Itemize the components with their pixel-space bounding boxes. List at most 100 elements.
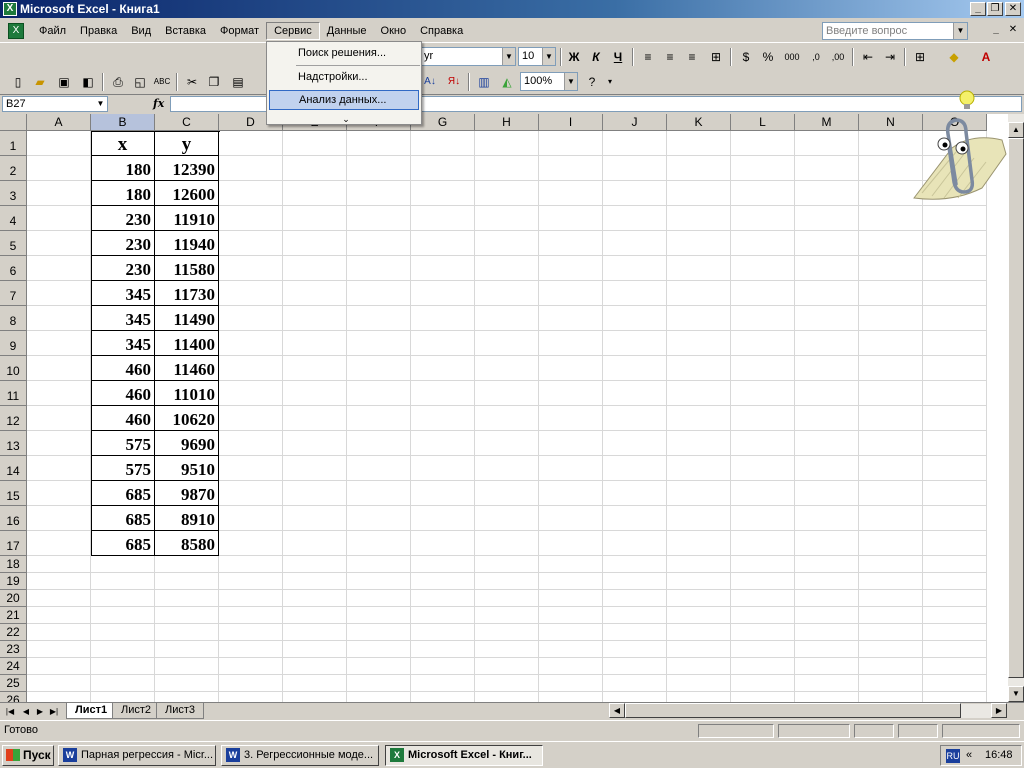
close-button[interactable]: ✕ xyxy=(1005,2,1021,16)
cell-b1[interactable]: x xyxy=(91,131,155,156)
name-box-arrow-icon[interactable]: ▼ xyxy=(94,97,107,111)
menu-expand-chevron-icon[interactable]: ⌄ xyxy=(331,113,361,125)
scroll-down-icon[interactable]: ▼ xyxy=(1008,686,1024,702)
menu-view[interactable]: Вид xyxy=(124,23,158,39)
zoom-arrow-icon[interactable]: ▼ xyxy=(564,73,577,90)
tray-expand-icon[interactable]: « xyxy=(966,746,972,765)
drawing-icon[interactable]: ◭ xyxy=(497,73,517,91)
font-size-arrow-icon[interactable]: ▼ xyxy=(542,48,555,65)
print-icon[interactable]: ⎙ xyxy=(108,73,128,91)
cell-b10[interactable]: 460 xyxy=(91,356,155,381)
horizontal-scrollbar[interactable]: ◀ ▶ xyxy=(609,703,1007,718)
sheet-tab-3[interactable]: Лист3 xyxy=(156,703,205,719)
cell-c1[interactable]: y xyxy=(155,131,219,156)
row-header-15[interactable]: 15 xyxy=(0,481,27,506)
ask-question-input[interactable]: Введите вопрос xyxy=(822,22,968,40)
sort-ascending-icon[interactable]: A↓ xyxy=(420,73,440,91)
column-header-l[interactable]: L xyxy=(731,114,795,131)
cut-icon[interactable]: ✂ xyxy=(182,73,202,91)
row-header-13[interactable]: 13 xyxy=(0,431,27,456)
vertical-scroll-thumb[interactable] xyxy=(1008,138,1024,678)
office-assistant-clippy[interactable] xyxy=(912,88,1008,206)
currency-icon[interactable]: $ xyxy=(736,48,756,66)
menu-tools[interactable]: Сервис xyxy=(266,21,320,40)
scroll-right-icon[interactable]: ▶ xyxy=(991,703,1007,718)
row-header-24[interactable]: 24 xyxy=(0,658,27,675)
workbook-icon[interactable]: X xyxy=(8,22,24,39)
row-header-11[interactable]: 11 xyxy=(0,381,27,406)
row-header-22[interactable]: 22 xyxy=(0,624,27,641)
insert-function-icon[interactable]: fx xyxy=(153,96,167,112)
ask-dropdown-arrow-icon[interactable]: ▼ xyxy=(953,23,967,39)
row-header-23[interactable]: 23 xyxy=(0,641,27,658)
cell-c13[interactable]: 9690 xyxy=(155,431,219,456)
row-header-21[interactable]: 21 xyxy=(0,607,27,624)
cell-c14[interactable]: 9510 xyxy=(155,456,219,481)
cell-c9[interactable]: 11400 xyxy=(155,331,219,356)
cell-b5[interactable]: 230 xyxy=(91,231,155,256)
cell-c5[interactable]: 11940 xyxy=(155,231,219,256)
row-header-6[interactable]: 6 xyxy=(0,256,27,281)
taskbar-button-word-1[interactable]: W Парная регрессия - Micr... xyxy=(58,745,216,766)
column-header-a[interactable]: A xyxy=(27,114,91,131)
new-document-icon[interactable]: ▯ xyxy=(8,73,28,91)
cell-c17[interactable]: 8580 xyxy=(155,531,219,556)
chart-wizard-icon[interactable]: ▥ xyxy=(474,73,494,91)
row-header-1[interactable]: 1 xyxy=(0,131,27,156)
increase-indent-icon[interactable]: ⇥ xyxy=(880,48,900,66)
cell-c4[interactable]: 11910 xyxy=(155,206,219,231)
sort-descending-icon[interactable]: Я↓ xyxy=(444,73,464,91)
cell-b14[interactable]: 575 xyxy=(91,456,155,481)
row-header-20[interactable]: 20 xyxy=(0,590,27,607)
row-header-12[interactable]: 12 xyxy=(0,406,27,431)
cell-b16[interactable]: 685 xyxy=(91,506,155,531)
cell-c2[interactable]: 12390 xyxy=(155,156,219,181)
italic-button[interactable]: К xyxy=(586,48,606,66)
permission-icon[interactable]: ◧ xyxy=(78,73,98,91)
toolbar-options-icon[interactable]: ▾ xyxy=(600,73,620,91)
paste-icon[interactable]: ▤ xyxy=(228,73,248,91)
worksheet-grid[interactable]: ABCDEFGHIJKLMNO 123456789101112131415161… xyxy=(0,114,1008,702)
doc-close-button[interactable]: ✕ xyxy=(1005,24,1021,38)
row-header-7[interactable]: 7 xyxy=(0,281,27,306)
horizontal-scroll-thumb[interactable] xyxy=(625,703,961,718)
menu-data[interactable]: Данные xyxy=(320,23,374,39)
cell-c12[interactable]: 10620 xyxy=(155,406,219,431)
cell-c15[interactable]: 9870 xyxy=(155,481,219,506)
borders-icon[interactable]: ⊞ xyxy=(910,48,930,66)
menu-format[interactable]: Формат xyxy=(213,23,266,39)
cell-b13[interactable]: 575 xyxy=(91,431,155,456)
print-preview-icon[interactable]: ◱ xyxy=(130,73,150,91)
column-header-m[interactable]: M xyxy=(795,114,859,131)
copy-icon[interactable]: ❐ xyxy=(204,73,224,91)
menu-item-addins[interactable]: Надстройки... xyxy=(269,67,419,87)
row-header-8[interactable]: 8 xyxy=(0,306,27,331)
cell-c11[interactable]: 11010 xyxy=(155,381,219,406)
restore-button[interactable]: ❐ xyxy=(987,2,1003,16)
row-header-14[interactable]: 14 xyxy=(0,456,27,481)
menu-file[interactable]: Файл xyxy=(32,23,73,39)
cell-b7[interactable]: 345 xyxy=(91,281,155,306)
cell-b2[interactable]: 180 xyxy=(91,156,155,181)
taskbar-button-excel[interactable]: X Microsoft Excel - Книг... xyxy=(385,745,543,766)
align-center-icon[interactable]: ≡ xyxy=(660,48,680,66)
align-right-icon[interactable]: ≡ xyxy=(682,48,702,66)
thousands-icon[interactable]: 000 xyxy=(782,48,802,66)
cell-b11[interactable]: 460 xyxy=(91,381,155,406)
fill-color-icon[interactable]: ◆ xyxy=(944,48,964,66)
next-sheet-icon[interactable]: ▶ xyxy=(34,705,46,718)
column-header-k[interactable]: K xyxy=(667,114,731,131)
zoom-combo[interactable]: 100% ▼ xyxy=(520,72,578,91)
row-header-2[interactable]: 2 xyxy=(0,156,27,181)
save-icon[interactable]: ▣ xyxy=(54,73,74,91)
column-header-b[interactable]: B xyxy=(91,114,155,131)
font-color-icon[interactable]: A xyxy=(976,48,996,66)
taskbar-button-word-2[interactable]: W 3. Регрессионные моде... xyxy=(221,745,379,766)
column-header-h[interactable]: H xyxy=(475,114,539,131)
select-all-corner[interactable] xyxy=(0,114,27,131)
row-header-18[interactable]: 18 xyxy=(0,556,27,573)
doc-minimize-button[interactable]: _ xyxy=(988,24,1004,38)
menu-item-data-analysis[interactable]: Анализ данных... xyxy=(269,90,419,110)
bold-button[interactable]: Ж xyxy=(564,48,584,66)
cell-b9[interactable]: 345 xyxy=(91,331,155,356)
